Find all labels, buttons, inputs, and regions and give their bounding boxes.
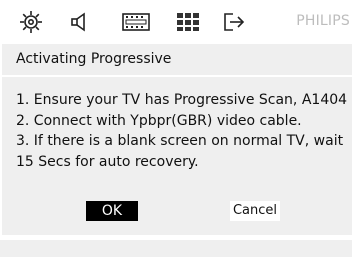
dialog-title: Activating Progressive <box>16 51 172 67</box>
film-icon[interactable] <box>122 8 150 36</box>
cancel-button[interactable]: Cancel <box>230 201 280 221</box>
instruction-line-3: 3. If there is a blank screen on normal … <box>16 133 344 149</box>
menu-bar: PHILIPS <box>0 0 352 44</box>
gear-icon[interactable] <box>17 8 45 36</box>
exit-icon[interactable] <box>220 8 248 36</box>
osd-screen: PHILIPS Activating Progressive 1. Ensure… <box>0 0 352 257</box>
brand-logo: PHILIPS <box>296 13 350 29</box>
speaker-icon[interactable] <box>66 8 94 36</box>
grid-icon[interactable] <box>174 8 202 36</box>
progressive-dialog: Activating Progressive 1. Ensure your TV… <box>2 44 352 235</box>
ok-button[interactable]: OK <box>86 201 138 221</box>
instruction-line-2: 2. Connect with Ypbpr(GBR) video cable. <box>16 113 302 129</box>
status-strip <box>0 240 352 257</box>
instruction-line-4: 15 Secs for auto recovery. <box>16 154 199 170</box>
instruction-line-1: 1. Ensure your TV has Progressive Scan, … <box>16 92 348 108</box>
divider <box>2 75 352 77</box>
